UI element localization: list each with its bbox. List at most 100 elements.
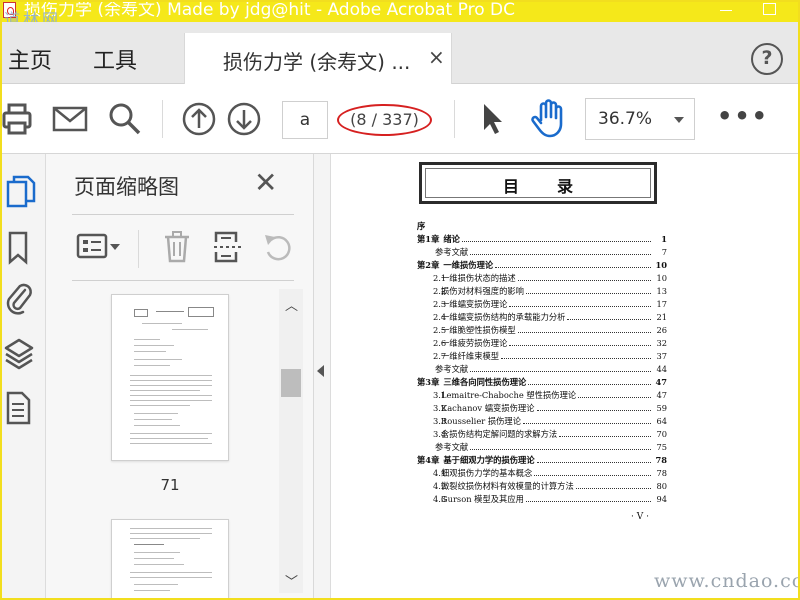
document-tab[interactable]: 损伤力学 (余寿文) ... × (184, 33, 452, 85)
toc-entry-text: 一维脆塑性损伤模型 (441, 325, 516, 335)
page-count: (8 / 337) (337, 104, 432, 136)
select-cursor-icon[interactable] (481, 102, 503, 136)
toc-section-number: 4.1 (433, 468, 447, 478)
toc-row: 2.2 损伤对材料强度的影响 13 (417, 285, 667, 298)
delete-icon[interactable] (162, 230, 192, 264)
toc-leader-dots (567, 312, 651, 320)
toc-leader-dots (536, 403, 651, 411)
thumbnail-options-icon[interactable] (76, 230, 122, 264)
toc-row: 序 (417, 220, 667, 233)
arrow-down-icon[interactable] (227, 102, 261, 136)
toc-row: 第4章 基于细观力学的损伤理论 78 (417, 454, 667, 467)
toc-entry-text: 一维蠕变损伤结构的承载能力分析 (441, 312, 566, 322)
watermark-bottom: www.cndao.com (654, 570, 800, 592)
toc-entry-text: Lemaitre-Chaboche 塑性损伤理论 (441, 390, 577, 400)
toc-section-number: 2.5 (433, 325, 447, 335)
help-icon[interactable]: ? (751, 43, 783, 75)
toc-row: 3.4 含损伤结构定解问题的求解方法 70 (417, 428, 667, 441)
toc-page-number: 75 (656, 442, 667, 452)
panel-divider (72, 214, 294, 215)
toc-section-number: 2.7 (433, 351, 447, 361)
toc-page-number: 78 (656, 468, 667, 478)
toc-page-number: 44 (656, 364, 667, 374)
toolbar: a (8 / 337) 36.7% ••• (2, 84, 798, 154)
toc-row: 第3章 三维各向同性损伤理论 47 (417, 376, 667, 389)
arrow-up-icon[interactable] (182, 102, 216, 136)
toc-leader-dots (536, 455, 651, 463)
toc-page-number: 78 (655, 455, 667, 465)
chevron-down-icon[interactable]: ﹀ (285, 571, 298, 590)
toc-entry-text: 一维疲劳损伤理论 (441, 338, 508, 348)
chevron-down-icon (674, 117, 684, 123)
toc-section-number: 2.4 (433, 312, 447, 322)
toc-entry-text: 绪论 (443, 234, 460, 244)
toc-row: 3.2 Kachanov 蠕变损伤理论 59 (417, 402, 667, 415)
toc-row: 2.7 一维纤维束模型 37 (417, 350, 667, 363)
toc-leader-dots (525, 286, 651, 294)
rotate-icon[interactable] (262, 230, 294, 264)
thumbnail-scrollbar[interactable]: ︿ ﹀ (279, 289, 303, 593)
zoom-dropdown[interactable]: 36.7% (585, 98, 695, 140)
nav-tools[interactable]: 工具 (93, 43, 137, 75)
toc-page-number: 17 (656, 299, 667, 309)
toc-section-number: 4.3 (433, 494, 447, 504)
toc-section-number: 3.2 (433, 403, 447, 413)
bookmark-icon[interactable] (4, 230, 32, 266)
toc-section-number: 2.2 (433, 286, 447, 296)
hand-tool-icon[interactable] (529, 98, 567, 138)
document-tab-label: 损伤力学 (余寿文) ... (223, 50, 411, 74)
toc-leader-dots (517, 273, 651, 281)
email-icon[interactable] (52, 106, 88, 132)
table-of-contents: 序第1章 绪论 1 参考文献 7 第2章 一维损伤理论 10 2.1 一维损伤状态的描述 10 2.2… (417, 220, 667, 506)
toc-chapter-label: 第4章 (417, 455, 440, 465)
more-options-icon[interactable]: ••• (717, 102, 769, 130)
scrollbar-thumb[interactable] (281, 369, 301, 397)
toc-row: 3.1 Lemaitre-Chaboche 塑性损伤理论 47 (417, 389, 667, 402)
nav-home[interactable]: 主页 (8, 43, 52, 75)
toc-leader-dots (578, 390, 651, 398)
toc-leader-dots (517, 325, 651, 333)
toc-row: 4.1 细观损伤力学的基本概念 78 (417, 467, 667, 480)
toc-row: 2.5 一维脆塑性损伤模型 26 (417, 324, 667, 337)
page-number-input[interactable]: a (282, 101, 328, 139)
toc-leader-dots (509, 338, 651, 346)
collapse-panel-icon[interactable] (317, 365, 324, 377)
toc-leader-dots (470, 442, 651, 450)
page-number-roman: · V · (631, 512, 649, 522)
toc-chapter-label: 第1章 (417, 234, 440, 244)
toc-entry-text: 细观损伤力学的基本概念 (441, 468, 533, 478)
toc-entry-text: 一维损伤状态的描述 (441, 273, 516, 283)
extract-pages-icon[interactable] (212, 230, 244, 264)
title-bar: 损伤力学 (余寿文) Made by jdg@hit - Adobe Acrob… (0, 0, 800, 22)
toc-leader-dots (509, 299, 651, 307)
toc-entry-text: Gurson 模型及其应用 (441, 494, 524, 504)
toc-entry-text: 一维蠕变损伤理论 (441, 299, 508, 309)
toc-chapter-label: 第2章 (417, 260, 440, 270)
toc-leader-dots (461, 234, 651, 242)
search-icon[interactable] (108, 102, 142, 136)
attachment-icon[interactable] (4, 280, 34, 316)
page-thumbnail[interactable] (111, 294, 229, 461)
chevron-up-icon[interactable]: ︿ (285, 295, 298, 314)
tab-close-icon[interactable]: × (428, 45, 445, 69)
layers-icon[interactable] (4, 336, 34, 372)
panel-title: 页面缩略图 (74, 175, 179, 199)
close-icon[interactable]: ✕ (254, 166, 277, 199)
toc-row: 参考文献 44 (417, 363, 667, 376)
page-thumbnails-icon[interactable] (4, 174, 36, 210)
document-view[interactable]: 目录 序第1章 绪论 1 参考文献 7 第2章 一维损伤理论 10 2.1 一维损伤状态的描述 10… (330, 154, 798, 598)
toc-leader-dots (495, 260, 651, 268)
toc-row: 第2章 一维损伤理论 10 (417, 259, 667, 272)
content-panel-icon[interactable] (4, 390, 32, 426)
print-icon[interactable] (2, 102, 32, 136)
toc-section-number: 4.2 (433, 481, 447, 491)
toc-leader-dots (559, 429, 651, 437)
left-rail (2, 154, 46, 598)
page-thumbnail[interactable] (111, 519, 229, 598)
maximize-button[interactable] (763, 3, 776, 15)
toc-page-number: 7 (661, 247, 667, 257)
toc-entry-text: 含损伤结构定解问题的求解方法 (441, 429, 558, 439)
toc-leader-dots (525, 494, 651, 502)
toc-leader-dots (575, 481, 651, 489)
minimize-button[interactable] (718, 0, 734, 20)
